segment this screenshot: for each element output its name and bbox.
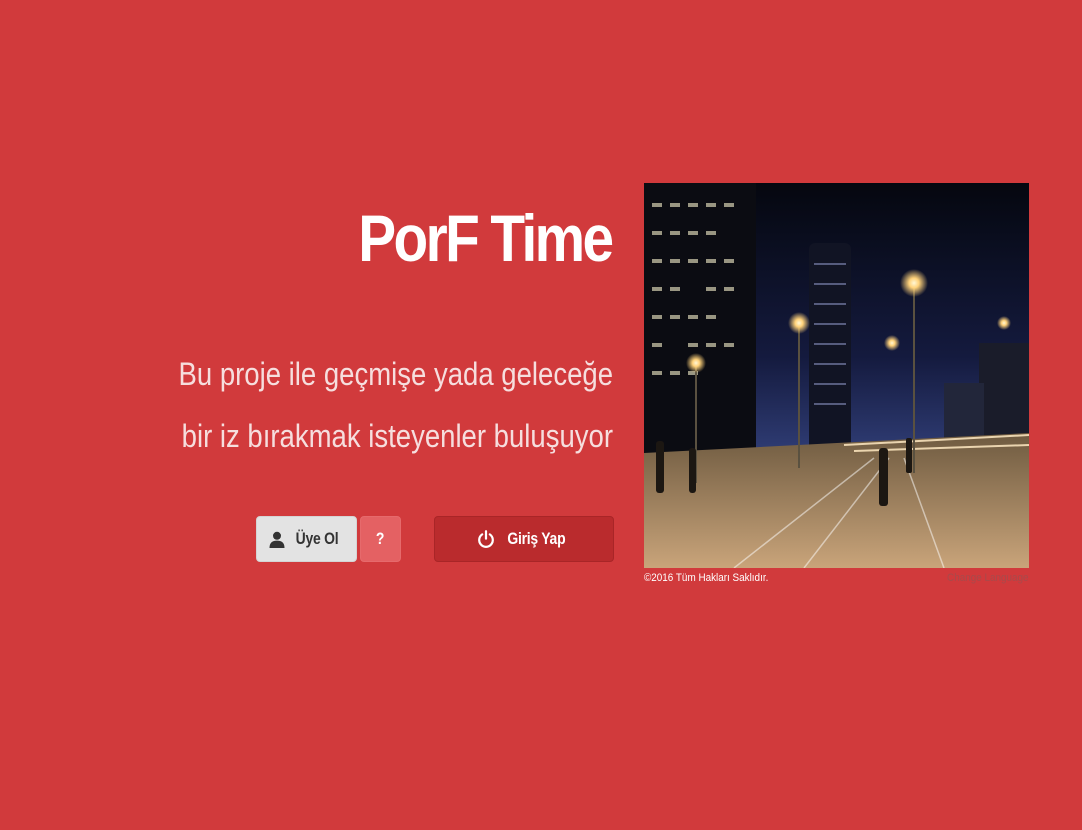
change-language-link[interactable]: Change Language [948, 572, 1029, 584]
register-button[interactable]: Üye Ol [256, 516, 357, 562]
login-button[interactable]: Giriş Yap [434, 516, 614, 562]
help-button[interactable]: ? [360, 516, 401, 562]
city-night-photo [644, 183, 1029, 568]
help-button-label: ? [376, 529, 385, 548]
tagline: Bu proje ile geçmişe yada geleceğe bir i… [131, 343, 613, 467]
tagline-line-1: Bu proje ile geçmişe yada geleceğe [178, 356, 613, 392]
register-button-label: Üye Ol [296, 529, 339, 548]
page-title: PorF Time [358, 201, 615, 275]
landing-page: PorF Time Bu proje ile geçmişe yada gele… [0, 0, 1082, 830]
tagline-line-2: bir iz bırakmak isteyenler buluşuyor [181, 418, 614, 454]
copyright-text: ©2016 Tüm Hakları Saklıdır. [644, 572, 769, 584]
power-icon [477, 530, 495, 548]
login-button-label: Giriş Yap [507, 529, 565, 548]
user-icon [269, 531, 285, 548]
